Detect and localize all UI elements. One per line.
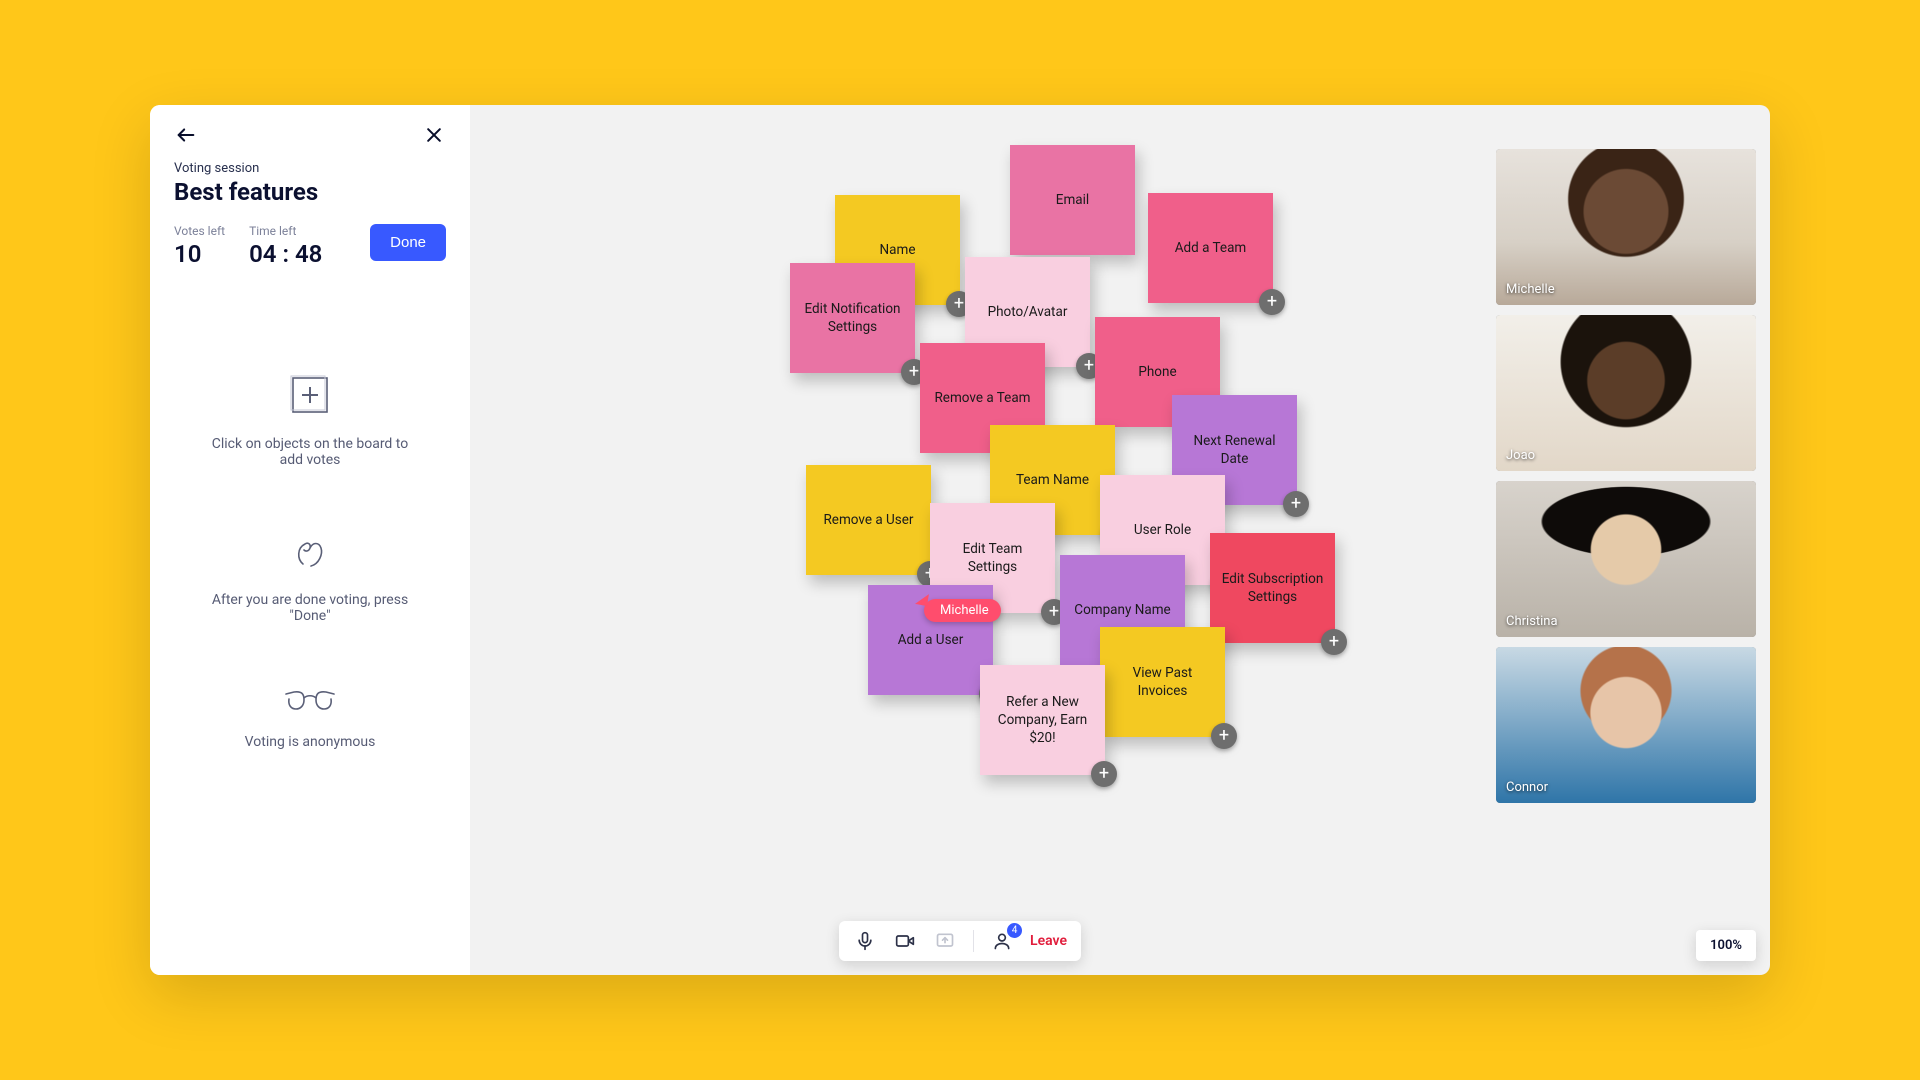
glasses-icon	[280, 680, 340, 720]
app-window: Voting session Best features Votes left …	[150, 105, 1770, 975]
sticky-label: Name	[880, 241, 916, 259]
sticky-plus-icon	[283, 368, 337, 422]
back-arrow-icon[interactable]	[174, 123, 198, 147]
sticky-label: Edit Subscription Settings	[1220, 570, 1325, 606]
panel-top-row	[174, 123, 446, 147]
sticky-label: Team Name	[1016, 471, 1089, 489]
camera-icon[interactable]	[893, 929, 917, 953]
participant-video-column: Michelle Joao Christina Connor	[1496, 149, 1756, 803]
close-icon[interactable]	[422, 123, 446, 147]
votes-left: Votes left 10	[174, 224, 225, 268]
sticky-label: User Role	[1134, 521, 1191, 539]
sticky-label: Email	[1056, 191, 1089, 209]
voting-stats: Votes left 10 Time left 04 : 48 Done	[174, 224, 446, 268]
time-left-value: 04 : 48	[249, 240, 322, 268]
sticky-label: View Past Invoices	[1110, 664, 1215, 700]
add-vote-icon[interactable]: +	[1211, 723, 1237, 749]
participant-name: Connor	[1506, 780, 1548, 795]
sticky-label: Refer a New Company, Earn $20!	[990, 693, 1095, 748]
voting-tips: Click on objects on the board to add vot…	[174, 368, 446, 750]
sticky-view-past-invoices[interactable]: View Past Invoices+	[1100, 627, 1225, 737]
participant-name: Christina	[1506, 614, 1558, 629]
add-vote-icon[interactable]: +	[1321, 629, 1347, 655]
done-button[interactable]: Done	[370, 224, 446, 261]
video-tile-joao[interactable]: Joao	[1496, 315, 1756, 471]
sticky-email[interactable]: Email	[1010, 145, 1135, 255]
session-title: Best features	[174, 178, 446, 206]
microphone-icon[interactable]	[853, 929, 877, 953]
sticky-refer-company[interactable]: Refer a New Company, Earn $20!+	[980, 665, 1105, 775]
toolbar-separator	[973, 930, 974, 952]
sticky-edit-notifications[interactable]: Edit Notification Settings+	[790, 263, 915, 373]
zoom-level[interactable]: 100%	[1696, 930, 1756, 961]
add-vote-icon[interactable]: +	[1283, 491, 1309, 517]
video-tile-michelle[interactable]: Michelle	[1496, 149, 1756, 305]
tip-click-to-vote: Click on objects on the board to add vot…	[200, 368, 420, 468]
participants-count-badge: 4	[1007, 923, 1022, 938]
sticky-label: Remove a Team	[934, 389, 1030, 407]
call-toolbar: 4 Leave	[839, 921, 1081, 961]
share-screen-icon[interactable]	[933, 929, 957, 953]
sticky-label: Add a Team	[1175, 239, 1247, 257]
add-vote-icon[interactable]: +	[1091, 761, 1117, 787]
sticky-remove-a-user[interactable]: Remove a User+	[806, 465, 931, 575]
sticky-add-a-team[interactable]: Add a Team+	[1148, 193, 1273, 303]
participant-name: Joao	[1506, 448, 1535, 463]
sticky-label: Edit Team Settings	[940, 540, 1045, 576]
sticky-label: Add a User	[898, 631, 964, 649]
time-left: Time left 04 : 48	[249, 224, 322, 268]
video-tile-christina[interactable]: Christina	[1496, 481, 1756, 637]
votes-left-value: 10	[174, 240, 225, 268]
tip-text: Click on objects on the board to add vot…	[200, 436, 420, 468]
sticky-label: Edit Notification Settings	[800, 300, 905, 336]
video-tile-connor[interactable]: Connor	[1496, 647, 1756, 803]
tip-text: After you are done voting, press "Done"	[200, 592, 420, 624]
leave-button[interactable]: Leave	[1030, 933, 1067, 949]
sticky-label: Phone	[1138, 363, 1176, 381]
time-left-label: Time left	[249, 224, 322, 238]
ok-hand-icon	[283, 524, 337, 578]
voting-panel: Voting session Best features Votes left …	[150, 105, 470, 975]
session-subtitle: Voting session	[174, 161, 446, 176]
participants-icon[interactable]: 4	[990, 929, 1014, 953]
sticky-label: Next Renewal Date	[1182, 432, 1287, 468]
sticky-label: Photo/Avatar	[988, 303, 1068, 321]
sticky-label: Company Name	[1074, 601, 1170, 619]
tip-text: Voting is anonymous	[245, 734, 376, 750]
add-vote-icon[interactable]: +	[1259, 289, 1285, 315]
sticky-label: Remove a User	[823, 511, 913, 529]
votes-left-label: Votes left	[174, 224, 225, 238]
participant-name: Michelle	[1506, 282, 1555, 297]
tip-anonymous: Voting is anonymous	[245, 680, 376, 750]
tip-press-done: After you are done voting, press "Done"	[200, 524, 420, 624]
remote-cursor: Michelle	[924, 599, 1001, 622]
sticky-edit-subscription[interactable]: Edit Subscription Settings+	[1210, 533, 1335, 643]
